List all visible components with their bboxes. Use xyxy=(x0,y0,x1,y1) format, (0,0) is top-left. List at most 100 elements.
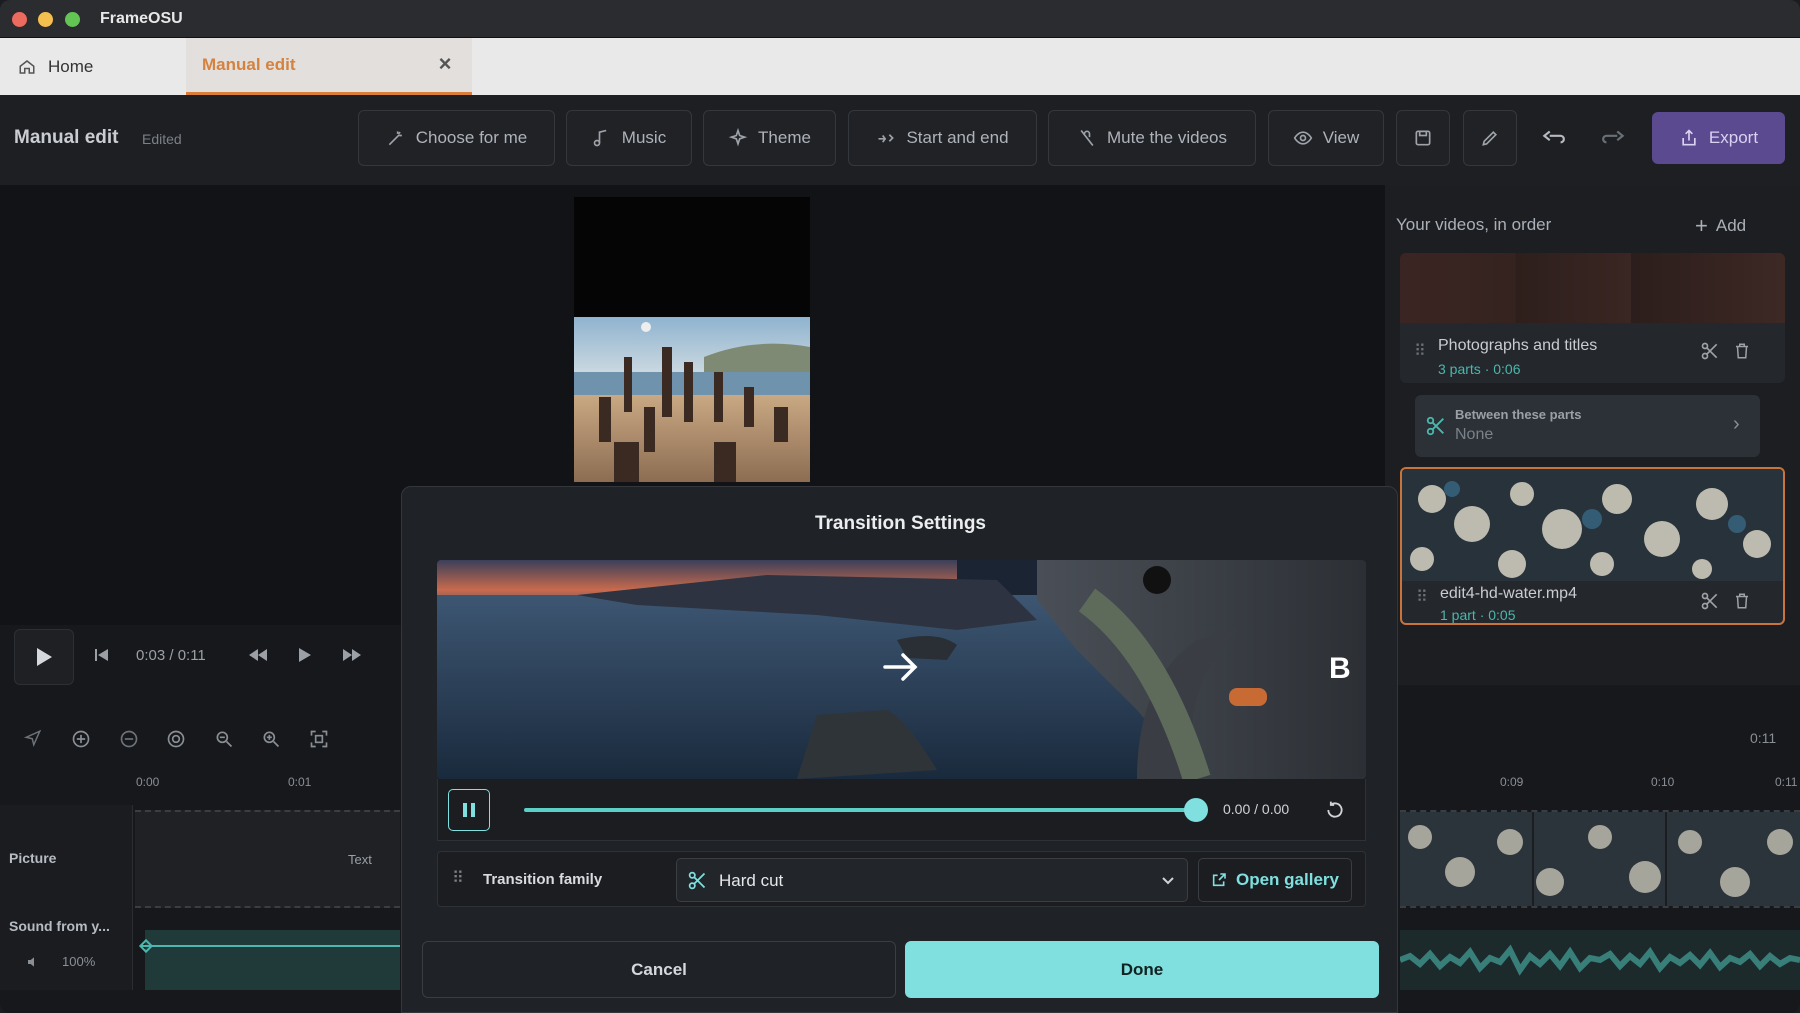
transition-progress-knob[interactable] xyxy=(1184,798,1208,822)
ruler-tick: 0:01 xyxy=(288,775,312,789)
done-button[interactable]: Done xyxy=(905,941,1379,998)
start-and-end-button[interactable]: Start and end xyxy=(848,110,1037,166)
tab-home-label: Home xyxy=(48,56,94,76)
drag-handle-icon[interactable]: ⠿ xyxy=(1414,341,1426,361)
transition-family-select[interactable]: Hard cut xyxy=(676,858,1188,902)
trash-icon[interactable] xyxy=(1733,341,1751,366)
pause-button[interactable] xyxy=(448,789,490,831)
external-link-icon xyxy=(1212,873,1226,887)
target-icon[interactable] xyxy=(166,729,186,749)
redo-button[interactable] xyxy=(1601,125,1627,156)
choose-for-me-label: Choose for me xyxy=(415,128,528,147)
add-video-button[interactable]: + Add xyxy=(1695,213,1746,239)
fit-screen-icon[interactable] xyxy=(309,729,329,749)
tab-manual-edit-label: Manual edit xyxy=(202,55,296,74)
undo-icon xyxy=(1542,130,1565,144)
tab-home[interactable]: Home xyxy=(0,38,186,95)
music-button[interactable]: Music xyxy=(566,110,692,166)
scissors-icon[interactable] xyxy=(1700,341,1720,366)
close-window-button[interactable] xyxy=(12,12,27,27)
video-list-title: Your videos, in order xyxy=(1396,215,1552,234)
add-circle-icon[interactable] xyxy=(71,729,91,749)
between-parts-transition[interactable]: Between these parts None › xyxy=(1415,395,1760,457)
title-bar: FrameOSU xyxy=(0,0,1800,38)
play-icon xyxy=(37,648,52,666)
home-icon xyxy=(19,59,35,74)
tab-bar: Home Manual edit × xyxy=(0,38,1800,95)
sound-track-label: Sound from y... xyxy=(9,918,110,934)
transition-player: 0.00 / 0.00 xyxy=(437,779,1366,841)
remove-circle-icon[interactable] xyxy=(119,729,139,749)
export-button[interactable]: Export xyxy=(1652,112,1785,164)
clip-meta: 3 parts · 0:06 xyxy=(1438,361,1521,377)
water-clip[interactable] xyxy=(1400,810,1800,908)
preview-letterbox xyxy=(574,197,810,317)
edit-button[interactable] xyxy=(1463,110,1517,166)
drag-handle-icon[interactable]: ⠿ xyxy=(1416,587,1428,607)
transition-progress-track[interactable] xyxy=(524,808,1196,812)
view-button[interactable]: View xyxy=(1268,110,1384,166)
save-button[interactable] xyxy=(1396,110,1450,166)
dialog-title: Transition Settings xyxy=(814,513,987,534)
zoom-out-icon[interactable] xyxy=(214,729,234,749)
start-and-end-label: Start and end xyxy=(906,128,1009,147)
volume-value: 100% xyxy=(62,954,96,969)
timeline-tools xyxy=(0,715,400,765)
ruler-tick: 0:10 xyxy=(1651,775,1675,789)
scissors-icon[interactable] xyxy=(1700,591,1720,616)
text-clip-label: Text xyxy=(348,852,372,867)
video-list-panel: Your videos, in order + Add ⠿ Photograph… xyxy=(1385,185,1800,685)
play-icon xyxy=(299,648,311,662)
sparkles-icon xyxy=(728,128,748,147)
arrow-right-icon xyxy=(883,653,918,681)
play-button[interactable] xyxy=(14,629,74,685)
skip-back-button[interactable] xyxy=(94,647,110,668)
audio-waveform[interactable] xyxy=(1398,930,1800,990)
undo-button[interactable] xyxy=(1540,125,1566,156)
chevron-right-icon: › xyxy=(1733,413,1740,435)
transition-time: 0.00 / 0.00 xyxy=(1223,801,1290,817)
audio-clip[interactable] xyxy=(145,930,400,990)
plus-icon: + xyxy=(1695,213,1708,238)
zoom-window-button[interactable] xyxy=(65,12,80,27)
share-icon xyxy=(1682,129,1696,146)
rewind-button[interactable] xyxy=(248,647,268,668)
ruler-tick: 0:00 xyxy=(136,775,160,789)
trash-icon[interactable] xyxy=(1733,591,1751,616)
replay-icon[interactable] xyxy=(1325,800,1345,820)
rewind-icon xyxy=(249,649,267,661)
text-clip[interactable]: Text xyxy=(135,810,400,908)
pencil-icon xyxy=(1482,130,1498,146)
choose-for-me-button[interactable]: Choose for me xyxy=(358,110,555,166)
transition-family-label: Transition family xyxy=(483,871,603,888)
save-icon xyxy=(1415,130,1431,146)
clip-name: Photographs and titles xyxy=(1438,337,1598,354)
clip-card-photographs[interactable]: ⠿ Photographs and titles 3 parts · 0:06 xyxy=(1400,253,1785,383)
speaker-icon[interactable] xyxy=(26,954,42,970)
close-tab-icon[interactable]: × xyxy=(434,53,456,76)
pointer-icon[interactable] xyxy=(24,729,42,747)
picture-track-label: Picture xyxy=(9,850,57,866)
clip-thumbnail xyxy=(1402,469,1783,581)
cancel-button[interactable]: Cancel xyxy=(422,941,896,998)
volume-line xyxy=(140,945,400,947)
theme-button[interactable]: Theme xyxy=(703,110,836,166)
minimize-window-button[interactable] xyxy=(38,12,53,27)
export-label: Export xyxy=(1708,128,1759,147)
app-window: FrameOSU Home Manual edit × Manual edit … xyxy=(0,0,1800,1013)
fast-forward-button[interactable] xyxy=(342,647,362,668)
app-title: FrameOSU xyxy=(100,10,183,27)
tab-manual-edit[interactable]: Manual edit × xyxy=(186,38,472,95)
open-gallery-button[interactable]: Open gallery xyxy=(1198,858,1352,902)
mute-icon xyxy=(1080,129,1094,147)
mute-videos-button[interactable]: Mute the videos xyxy=(1048,110,1256,166)
music-label: Music xyxy=(621,128,667,147)
toolbar: Manual edit Edited Choose for me Music T… xyxy=(0,95,1800,185)
play-small-button[interactable] xyxy=(298,647,312,668)
zoom-in-icon[interactable] xyxy=(261,729,281,749)
clip-card-water[interactable]: ⠿ edit4-hd-water.mp4 1 part · 0:05 xyxy=(1400,467,1785,625)
page-title: Manual edit xyxy=(14,127,119,148)
ruler-tick: 0:09 xyxy=(1500,775,1524,789)
timecode: 0:03 / 0:11 xyxy=(136,647,206,664)
drag-handle-icon[interactable]: ⠿ xyxy=(452,868,464,888)
